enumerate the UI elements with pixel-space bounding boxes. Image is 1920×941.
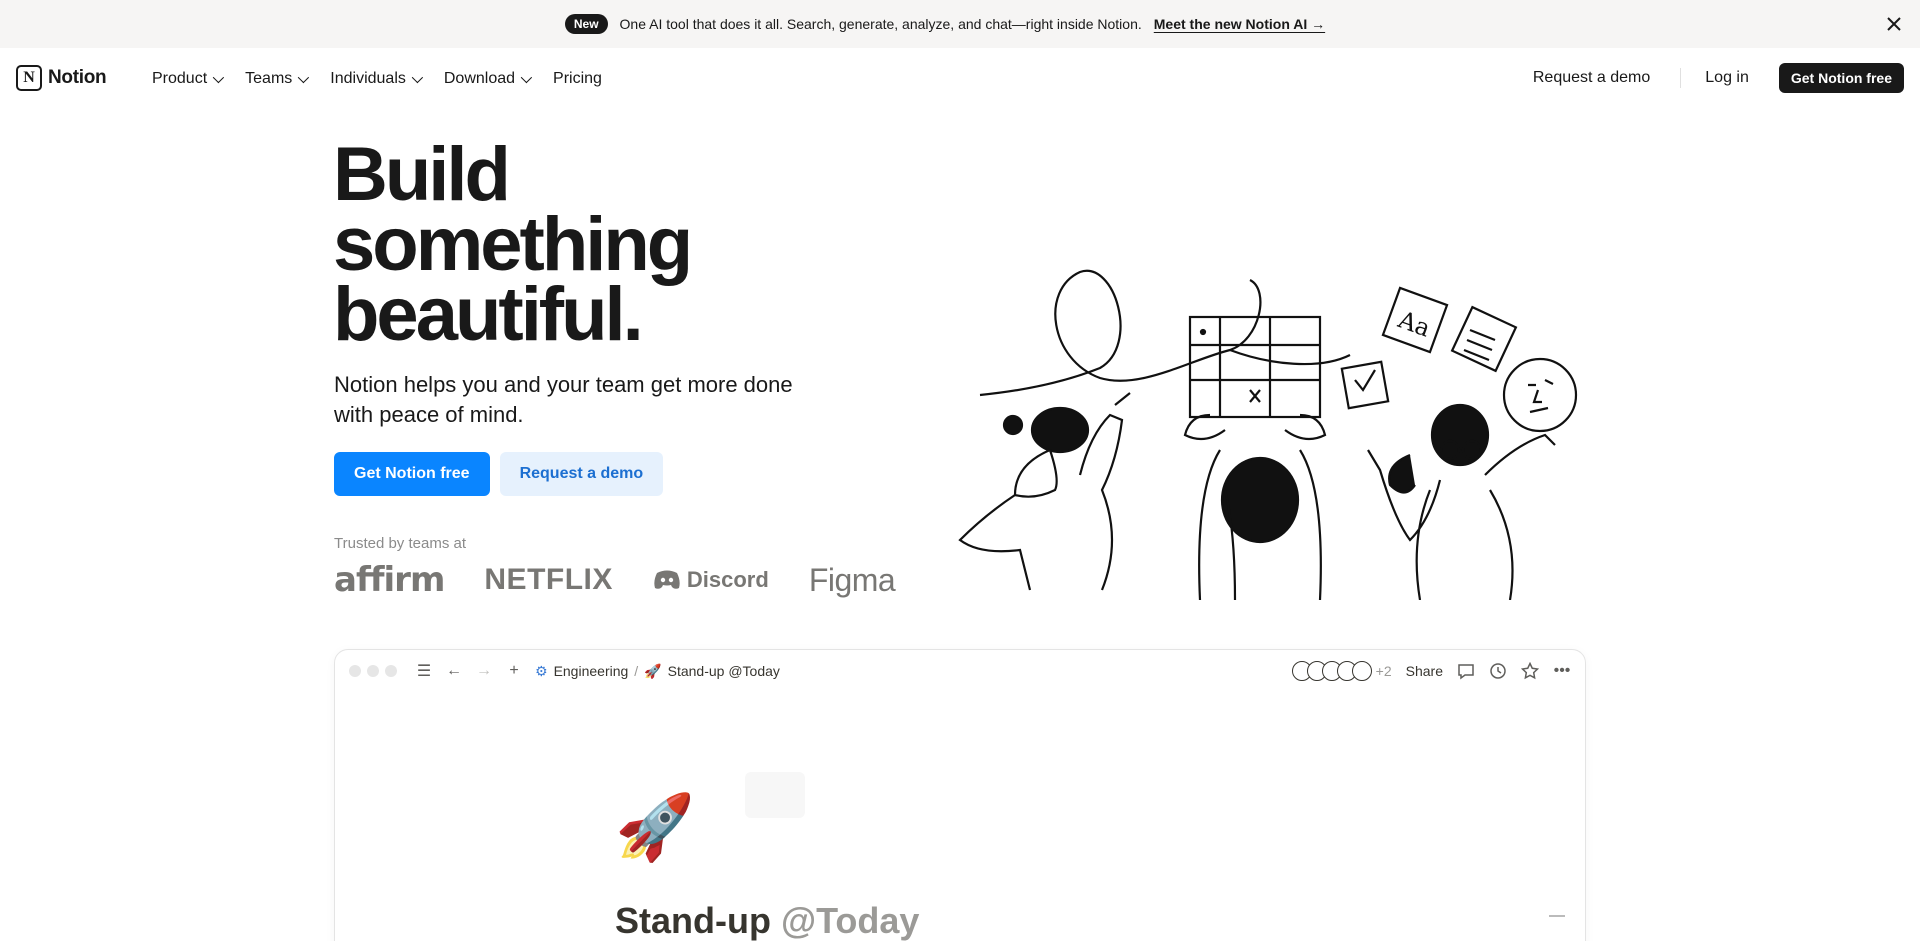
close-icon bbox=[1887, 17, 1901, 31]
discord-logo: Discord bbox=[653, 567, 769, 593]
nav-item-label: Pricing bbox=[553, 69, 602, 87]
more-options-icon[interactable]: ••• bbox=[1553, 662, 1571, 680]
svg-text:Aa: Aa bbox=[1394, 305, 1434, 342]
breadcrumb-engineering[interactable]: Engineering bbox=[554, 663, 629, 679]
nav-item-label: Teams bbox=[245, 69, 293, 87]
page-title-text: Stand-up bbox=[615, 900, 771, 941]
discord-icon bbox=[654, 570, 680, 589]
hero-title-line: Build bbox=[333, 132, 511, 217]
collaborators[interactable]: +2 bbox=[1291, 661, 1392, 681]
outline-icon[interactable] bbox=[1549, 915, 1565, 925]
forward-arrow-icon[interactable]: → bbox=[475, 662, 493, 680]
notion-logo-icon: N bbox=[16, 65, 42, 91]
page-title-date: @Today bbox=[781, 900, 920, 941]
share-button[interactable]: Share bbox=[1406, 663, 1443, 679]
nav-download-button[interactable]: Download bbox=[434, 64, 539, 93]
netflix-logo: NETFLIX bbox=[484, 563, 613, 596]
avatar-extra-count: +2 bbox=[1375, 663, 1392, 679]
cover-placeholder bbox=[745, 772, 805, 818]
hero-subtitle: Notion helps you and your team get more … bbox=[334, 372, 793, 427]
window-actions: +2 Share ••• bbox=[1291, 661, 1571, 681]
breadcrumb-separator: / bbox=[634, 663, 639, 679]
page-title: Stand-up @Today bbox=[615, 900, 919, 941]
customer-logos: affirm NETFLIX Discord Figma bbox=[334, 560, 896, 600]
get-notion-free-button[interactable]: Get Notion free bbox=[334, 452, 490, 496]
announcement-banner: New One AI tool that does it all. Search… bbox=[0, 0, 1920, 48]
meet-notion-ai-link[interactable]: Meet the new Notion AI → bbox=[1154, 16, 1325, 32]
top-nav: N Notion Product Teams Individuals Downl… bbox=[0, 48, 1920, 108]
hero-title-line: something bbox=[333, 202, 693, 287]
nav-product-button[interactable]: Product bbox=[142, 64, 231, 93]
nav-item-label: Download bbox=[443, 69, 516, 87]
chevron-down-icon bbox=[212, 71, 225, 83]
avatar bbox=[1351, 661, 1372, 681]
notion-home-link[interactable]: N Notion bbox=[16, 64, 107, 92]
window-toolbar: ☰ ← → + ⚙ Engineering / 🚀 Stand-up @Toda… bbox=[335, 650, 1585, 692]
new-badge: New bbox=[564, 14, 608, 34]
banner-close-button[interactable] bbox=[1874, 4, 1914, 44]
chevron-down-icon bbox=[520, 71, 533, 83]
request-demo-button[interactable]: Request a demo bbox=[499, 452, 664, 496]
hero-title-line: beautiful. bbox=[333, 272, 644, 357]
window-dot bbox=[385, 665, 397, 677]
breadcrumb-standup[interactable]: Stand-up @Today bbox=[668, 663, 780, 679]
get-notion-free-nav-button[interactable]: Get Notion free bbox=[1778, 63, 1904, 93]
trusted-label: Trusted by teams at bbox=[334, 535, 466, 552]
discord-wordmark: Discord bbox=[686, 567, 769, 592]
gear-icon: ⚙ bbox=[535, 662, 548, 679]
affirm-logo: affirm bbox=[334, 560, 445, 600]
menu-icon[interactable]: ☰ bbox=[415, 661, 433, 681]
rocket-icon: 🚀 bbox=[644, 662, 662, 679]
chevron-down-icon bbox=[298, 71, 310, 83]
logo-wordmark: Notion bbox=[48, 67, 107, 88]
back-arrow-icon[interactable]: ← bbox=[445, 662, 463, 680]
app-preview-window: ☰ ← → + ⚙ Engineering / 🚀 Stand-up @Toda… bbox=[334, 649, 1586, 941]
window-dot bbox=[349, 665, 361, 677]
chevron-down-icon bbox=[411, 71, 423, 83]
nav-item-label: Product bbox=[152, 69, 208, 87]
nav-menu: Product Teams Individuals Download Prici… bbox=[142, 64, 612, 93]
login-link[interactable]: Log in bbox=[1695, 63, 1759, 93]
hero-illustration: Aa bbox=[958, 269, 1578, 600]
add-icon[interactable]: + bbox=[505, 662, 523, 680]
hero-title: Build something beautiful. bbox=[333, 132, 753, 357]
page-icon: 🚀 bbox=[615, 791, 695, 863]
nav-item-label: Individuals bbox=[330, 69, 406, 87]
nav-individuals-button[interactable]: Individuals bbox=[320, 64, 430, 93]
breadcrumb: ⚙ Engineering / 🚀 Stand-up @Today bbox=[535, 663, 780, 680]
figma-logo: Figma bbox=[808, 561, 896, 598]
hero-cta-group: Get Notion free Request a demo bbox=[334, 452, 664, 496]
banner-content: New One AI tool that does it all. Search… bbox=[564, 14, 1325, 34]
nav-divider bbox=[1680, 68, 1682, 88]
nav-teams-button[interactable]: Teams bbox=[235, 64, 316, 93]
clock-icon[interactable] bbox=[1489, 662, 1507, 680]
window-controls bbox=[349, 665, 397, 677]
request-demo-link[interactable]: Request a demo bbox=[1523, 63, 1660, 93]
star-icon[interactable] bbox=[1521, 662, 1539, 680]
nav-actions: Request a demo Log in Get Notion free bbox=[1523, 63, 1904, 93]
window-dot bbox=[367, 665, 379, 677]
comment-icon[interactable] bbox=[1457, 662, 1475, 680]
banner-text: One AI tool that does it all. Search, ge… bbox=[619, 16, 1142, 32]
avatar-stack bbox=[1291, 661, 1372, 681]
nav-pricing-link[interactable]: Pricing bbox=[543, 64, 612, 93]
